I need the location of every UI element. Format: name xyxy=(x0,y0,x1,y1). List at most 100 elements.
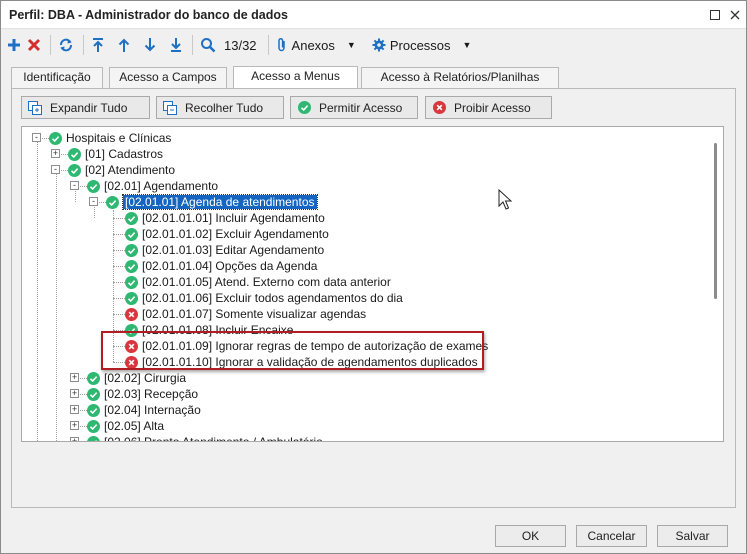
tab-acesso-menus[interactable]: Acesso a Menus xyxy=(233,66,358,88)
paperclip-icon xyxy=(277,37,285,52)
maximize-icon xyxy=(710,10,720,20)
chevron-down-icon: ▼ xyxy=(462,40,472,50)
tree-collapse-toggle[interactable]: - xyxy=(32,133,41,142)
tree-expand-toggle[interactable]: + xyxy=(51,149,60,158)
collapse-all-button[interactable]: Recolher Tudo xyxy=(156,96,284,119)
tree-node[interactable]: [02.01.01.04] Opções da Agenda xyxy=(125,258,317,274)
tree-node[interactable]: [02] Atendimento xyxy=(68,162,175,178)
next-record-button[interactable] xyxy=(141,33,159,57)
tree-node-label: [02.05] Alta xyxy=(104,419,165,433)
tree-collapse-toggle[interactable]: - xyxy=(70,181,79,190)
processos-label: Processos xyxy=(389,37,451,53)
menus-panel: Expandir Tudo Recolher Tudo Permitir Ace… xyxy=(11,88,736,508)
tree-collapse-toggle[interactable]: - xyxy=(89,197,98,206)
cancel-button[interactable]: Cancelar xyxy=(576,525,647,547)
allowed-status-icon xyxy=(87,419,100,433)
tree-expand-toggle[interactable]: + xyxy=(70,437,79,441)
tab-identificacao[interactable]: Identificação xyxy=(11,67,103,88)
allowed-status-icon xyxy=(87,179,100,193)
tree-expand-toggle[interactable]: + xyxy=(70,373,79,382)
tree-node[interactable]: [02.04] Internação xyxy=(87,402,201,418)
tree-guide-line xyxy=(113,218,125,219)
allowed-status-icon xyxy=(125,211,138,225)
anexos-menu[interactable]: Anexos ▼ xyxy=(274,33,358,57)
tab-acesso-relatorios[interactable]: Acesso à Relatórios/Planilhas xyxy=(361,67,559,88)
last-record-button[interactable] xyxy=(167,33,185,57)
tree-node[interactable]: [02.01.01.03] Editar Agendamento xyxy=(125,242,324,258)
delete-button[interactable] xyxy=(25,33,43,57)
tree-node-label: [02.01.01.07] Somente visualizar agendas xyxy=(142,307,367,321)
refresh-button[interactable] xyxy=(56,33,76,57)
maximize-button[interactable] xyxy=(707,7,723,23)
first-record-button[interactable] xyxy=(89,33,107,57)
tree-node[interactable]: [02.01.01.01] Incluir Agendamento xyxy=(125,210,325,226)
allowed-status-icon xyxy=(106,195,119,209)
tree-node-label: [02] Atendimento xyxy=(85,163,176,177)
tree-node-label: [01] Cadastros xyxy=(85,147,164,161)
tree-node-label: [02.01.01.03] Editar Agendamento xyxy=(142,243,325,257)
tree-node[interactable]: [02.06] Pronto Atendimento / Ambulatório xyxy=(87,434,323,441)
tree-node-label: Hospitais e Clínicas xyxy=(66,131,172,145)
tree-node-label: [02.01.01.05] Atend. Externo com data an… xyxy=(142,275,391,289)
toolbar-separator xyxy=(50,35,51,55)
save-button[interactable]: Salvar xyxy=(657,525,728,547)
tree-node[interactable]: [02.01.01.05] Atend. Externo com data an… xyxy=(125,274,391,290)
tree-node-label: [02.03] Recepção xyxy=(104,387,199,401)
ok-button[interactable]: OK xyxy=(495,525,566,547)
expand-all-button[interactable]: Expandir Tudo xyxy=(21,96,150,119)
tree-node[interactable]: [02.05] Alta xyxy=(87,418,164,434)
allow-access-label: Permitir Acesso xyxy=(319,100,403,115)
tree-collapse-toggle[interactable]: - xyxy=(51,165,60,174)
previous-icon xyxy=(118,38,130,52)
gear-icon xyxy=(372,38,386,52)
deny-access-label: Proibir Acesso xyxy=(454,100,531,115)
tree-node[interactable]: Hospitais e Clínicas xyxy=(49,130,171,146)
cancel-label: Cancelar xyxy=(587,529,636,543)
tree-node[interactable]: [02.03] Recepção xyxy=(87,386,198,402)
tree-node-label: [02.01.01] Agenda de atendimentos xyxy=(122,194,318,210)
annotation-highlight-box xyxy=(101,331,484,370)
first-icon xyxy=(93,38,103,52)
dialog-window: Perfil: DBA - Administrador do banco de … xyxy=(0,0,747,554)
delete-icon xyxy=(27,38,41,52)
allowed-status-icon xyxy=(87,435,100,441)
tree-node-label: [02.02] Cirurgia xyxy=(104,371,187,385)
tree-node[interactable]: [01] Cadastros xyxy=(68,146,163,162)
tree-node[interactable]: [02.01.01.07] Somente visualizar agendas xyxy=(125,306,366,322)
tree-node[interactable]: [02.01] Agendamento xyxy=(87,178,218,194)
scrollbar-thumb[interactable] xyxy=(714,143,717,299)
tree-node[interactable]: [02.01.01] Agenda de atendimentos xyxy=(106,194,318,210)
tree-node-label: [02.01.01.01] Incluir Agendamento xyxy=(142,211,325,225)
tree-node-label: [02.01.01.04] Opções da Agenda xyxy=(142,259,318,273)
add-icon xyxy=(8,39,20,51)
tree-node[interactable]: [02.01.01.02] Excluir Agendamento xyxy=(125,226,329,242)
processos-menu[interactable]: Processos ▼ xyxy=(370,33,474,57)
tree-scrollbar[interactable] xyxy=(709,127,723,441)
tree-guide-line xyxy=(37,138,38,441)
record-counter: 13/32 xyxy=(224,37,257,53)
allow-access-button[interactable]: Permitir Acesso xyxy=(290,96,418,119)
menu-tree[interactable]: - Hospitais e Clínicas + [01] Cadastros - [02… xyxy=(21,126,724,442)
tree-guide-line xyxy=(113,282,125,283)
tree-node[interactable]: [02.02] Cirurgia xyxy=(87,370,186,386)
title-bar: Perfil: DBA - Administrador do banco de … xyxy=(1,1,746,29)
allowed-status-icon xyxy=(87,371,100,385)
toolbar-separator xyxy=(83,35,84,55)
tree-node-label: [02.01] Agendamento xyxy=(104,179,219,193)
tree-node-label: [02.01.01.06] Excluir todos agendamentos… xyxy=(142,291,403,305)
tree-node[interactable]: [02.01.01.06] Excluir todos agendamentos… xyxy=(125,290,403,306)
allowed-status-icon xyxy=(125,243,138,257)
tab-acesso-campos[interactable]: Acesso a Campos xyxy=(109,67,227,88)
previous-record-button[interactable] xyxy=(115,33,133,57)
tree-guide-line xyxy=(113,298,125,299)
add-button[interactable] xyxy=(5,33,23,57)
check-circle-icon xyxy=(297,101,311,115)
deny-access-button[interactable]: Proibir Acesso xyxy=(425,96,552,119)
tree-expand-toggle[interactable]: + xyxy=(70,421,79,430)
refresh-icon xyxy=(60,38,72,52)
allowed-status-icon xyxy=(125,259,138,273)
search-button[interactable] xyxy=(198,33,218,57)
tree-expand-toggle[interactable]: + xyxy=(70,405,79,414)
close-button[interactable] xyxy=(727,7,743,23)
tree-expand-toggle[interactable]: + xyxy=(70,389,79,398)
